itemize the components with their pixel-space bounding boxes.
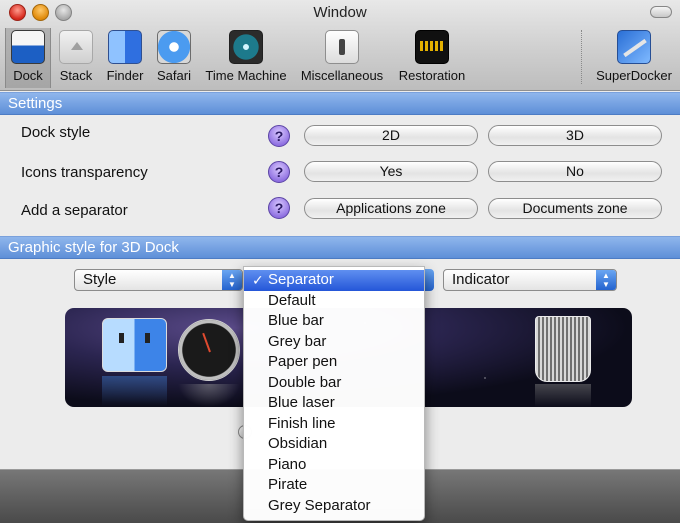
separator-dropdown-menu: ✓ Separator Default Blue bar Grey bar Pa…: [243, 266, 425, 521]
toolbar-item-label: SuperDocker: [596, 68, 672, 83]
trash-reflection: [535, 384, 591, 407]
icons-transparency-label: Icons transparency: [21, 164, 148, 181]
transparency-no-button[interactable]: No: [488, 161, 662, 182]
popup-arrows-icon: ▲ ▼: [596, 270, 616, 290]
indicator-popup-value: Indicator: [452, 271, 510, 288]
menu-item-finish-line[interactable]: Finish line: [244, 414, 424, 435]
toolbar-item-label: Finder: [106, 68, 144, 83]
toolbar-item-label: Dock: [13, 68, 43, 83]
dock-style-help-button[interactable]: ?: [268, 125, 290, 147]
dock-style-label: Dock style: [21, 124, 91, 141]
settings-header: Settings: [0, 92, 680, 115]
dashboard-clock-icon: [178, 319, 240, 381]
title-toolbar: Window Dock Stack Finder Safari Time Mac…: [0, 0, 680, 91]
finder-icon: [108, 30, 142, 64]
toolbar-item-time-machine[interactable]: Time Machine: [201, 28, 291, 88]
menu-item-grey-separator[interactable]: Grey Separator: [244, 496, 424, 517]
add-separator-label: Add a separator: [21, 202, 128, 219]
popup-arrows-icon: ▲ ▼: [222, 270, 242, 290]
menu-item-double-bar[interactable]: Double bar: [244, 373, 424, 394]
dock-style-2d-button[interactable]: 2D: [304, 125, 478, 146]
toolbar-item-miscellaneous[interactable]: Miscellaneous: [297, 28, 387, 88]
clock-reflection: [178, 384, 240, 407]
dock-style-3d-button[interactable]: 3D: [488, 125, 662, 146]
style-popup[interactable]: Style ▲ ▼: [74, 269, 243, 291]
menu-item-paper-pen[interactable]: Paper pen: [244, 352, 424, 373]
toolbar-item-label: Stack: [59, 68, 93, 83]
menu-item-default[interactable]: Default: [244, 291, 424, 312]
menu-item-blue-bar[interactable]: Blue bar: [244, 311, 424, 332]
menu-item-blue-laser[interactable]: Blue laser: [244, 393, 424, 414]
add-separator-help-button[interactable]: ?: [268, 197, 290, 219]
trash-icon: [535, 316, 591, 382]
toolbar-item-stack[interactable]: Stack: [55, 28, 97, 88]
superdocker-icon: [617, 30, 651, 64]
safari-icon: [157, 30, 191, 64]
toolbar-item-dock[interactable]: Dock: [5, 28, 51, 88]
finder-icon: [102, 318, 167, 372]
checkmark-icon: ✓: [252, 272, 264, 288]
menu-item-grey-bar[interactable]: Grey bar: [244, 332, 424, 353]
toolbar-item-finder[interactable]: Finder: [102, 28, 148, 88]
warning-display-icon: [415, 30, 449, 64]
stack-icon: [59, 30, 93, 64]
switch-icon: [325, 30, 359, 64]
toolbar-toggle-button[interactable]: [650, 6, 672, 18]
menu-item-obsidian[interactable]: Obsidian: [244, 434, 424, 455]
separator-documents-zone-button[interactable]: Documents zone: [488, 198, 662, 219]
graphic-style-header: Graphic style for 3D Dock: [0, 236, 680, 259]
indicator-popup[interactable]: Indicator ▲ ▼: [443, 269, 617, 291]
toolbar-separator: [581, 30, 582, 84]
finder-reflection: [102, 376, 167, 406]
toolbar-item-restoration[interactable]: Restoration: [393, 28, 471, 88]
toolbar-item-label: Safari: [157, 68, 191, 83]
menu-item-separator[interactable]: ✓ Separator: [244, 270, 424, 291]
menu-item-pirate[interactable]: Pirate: [244, 475, 424, 496]
toolbar-item-label: Time Machine: [205, 68, 287, 83]
toolbar-item-safari[interactable]: Safari: [153, 28, 195, 88]
menu-item-label: Separator: [268, 271, 334, 288]
toolbar-item-label: Restoration: [398, 68, 466, 83]
menu-item-piano[interactable]: Piano: [244, 455, 424, 476]
transparency-yes-button[interactable]: Yes: [304, 161, 478, 182]
style-popup-value: Style: [83, 271, 117, 288]
time-machine-icon: [229, 30, 263, 64]
toolbar-item-label: Miscellaneous: [300, 68, 384, 83]
dock-icon: [11, 30, 45, 64]
toolbar-item-superdocker[interactable]: SuperDocker: [590, 28, 678, 88]
separator-applications-zone-button[interactable]: Applications zone: [304, 198, 478, 219]
icons-transparency-help-button[interactable]: ?: [268, 161, 290, 183]
window-title: Window: [313, 4, 367, 21]
